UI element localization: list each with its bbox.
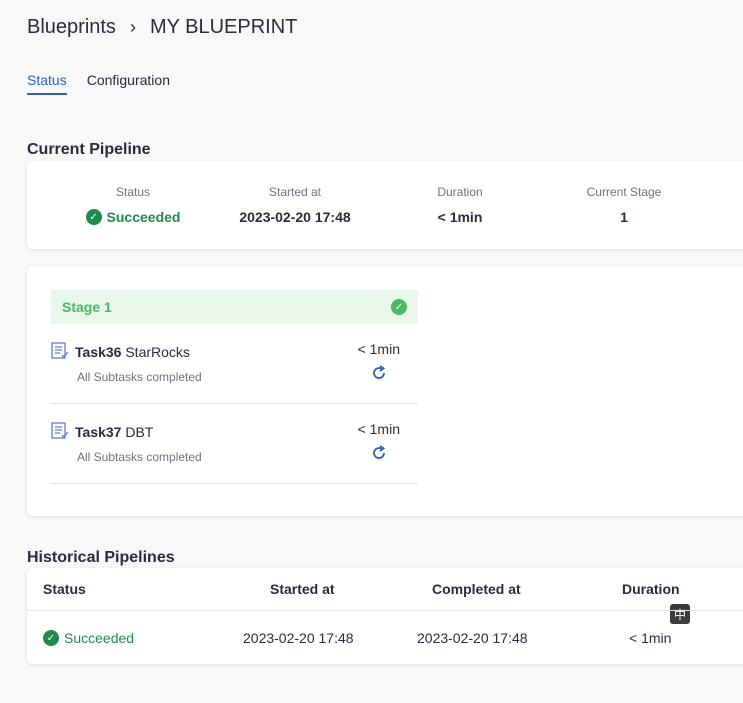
task-id: Task37 xyxy=(75,424,122,440)
status-column: Status ✓ Succeeded xyxy=(85,185,181,225)
task-subtitle: All Subtasks completed xyxy=(77,370,202,384)
started-column: Started at 2023-02-20 17:48 xyxy=(225,185,365,225)
current-stage-value: 1 xyxy=(620,209,628,225)
history-status-cell: ✓ Succeeded xyxy=(43,630,134,646)
chevron-right-icon: › xyxy=(129,17,136,37)
stages-card: Stage 1 ✓ Task36 StarRocks All Subtasks … xyxy=(27,266,743,516)
current-stage-label: Current Stage xyxy=(586,185,662,199)
historical-pipelines-table: Status Started at Completed at Duration … xyxy=(27,568,743,664)
rerun-icon[interactable] xyxy=(370,444,388,462)
history-completed-cell: 2023-02-20 17:48 xyxy=(417,630,528,646)
current-stage-column: Current Stage 1 xyxy=(574,185,674,225)
started-value: 2023-02-20 17:48 xyxy=(239,209,351,225)
historical-pipelines-title: Historical Pipelines xyxy=(27,549,175,566)
stage-success-icon: ✓ xyxy=(391,299,407,315)
column-header-duration: Duration xyxy=(622,581,680,597)
stage-column: Stage 1 ✓ Task36 StarRocks All Subtasks … xyxy=(51,290,418,484)
page-title: MY BLUEPRINT xyxy=(149,16,298,38)
task-plugin: DBT xyxy=(125,424,154,440)
duration-column: Duration < 1min xyxy=(420,185,500,225)
task-name: Task36 StarRocks xyxy=(75,344,190,360)
task-row: Task36 StarRocks All Subtasks completed … xyxy=(51,324,418,404)
status-text: Succeeded xyxy=(106,209,181,225)
task-name: Task37 DBT xyxy=(75,424,153,440)
breadcrumb-root-link[interactable]: Blueprints xyxy=(27,16,116,39)
stage-header: Stage 1 ✓ xyxy=(51,290,418,324)
history-started-cell: 2023-02-20 17:48 xyxy=(243,630,354,646)
rerun-icon[interactable] xyxy=(370,364,388,382)
column-header-started: Started at xyxy=(270,581,335,597)
column-header-status: Status xyxy=(43,581,86,597)
history-status-text: Succeeded xyxy=(64,630,135,646)
task-plugin: StarRocks xyxy=(125,344,190,360)
tab-status[interactable]: Status xyxy=(27,72,67,95)
task-document-icon xyxy=(51,342,69,359)
task-document-icon xyxy=(51,422,69,439)
task-id: Task36 xyxy=(75,344,122,360)
status-label: Status xyxy=(115,185,151,199)
task-duration: < 1min xyxy=(357,341,400,357)
table-divider xyxy=(27,610,743,611)
tab-configuration[interactable]: Configuration xyxy=(87,72,170,95)
success-check-icon: ✓ xyxy=(85,209,102,225)
success-check-icon: ✓ xyxy=(43,630,59,646)
history-duration-cell: < 1min xyxy=(629,630,672,646)
duration-value: < 1min xyxy=(437,209,483,225)
ime-indicator-badge: 中 xyxy=(670,604,690,624)
column-header-completed: Completed at xyxy=(432,581,521,597)
task-row: Task37 DBT All Subtasks completed < 1min xyxy=(51,404,418,484)
current-pipeline-title: Current Pipeline xyxy=(27,141,151,158)
current-pipeline-card: Status ✓ Succeeded Started at 2023-02-20… xyxy=(27,161,743,249)
task-subtitle: All Subtasks completed xyxy=(77,450,202,464)
stage-name: Stage 1 xyxy=(62,299,112,315)
task-duration: < 1min xyxy=(357,421,400,437)
duration-label: Duration xyxy=(437,185,483,199)
status-value: ✓ Succeeded xyxy=(85,209,181,225)
breadcrumb: Blueprints › MY BLUEPRINT xyxy=(27,16,297,39)
started-label: Started at xyxy=(268,185,322,199)
tab-bar: Status Configuration xyxy=(27,72,190,95)
